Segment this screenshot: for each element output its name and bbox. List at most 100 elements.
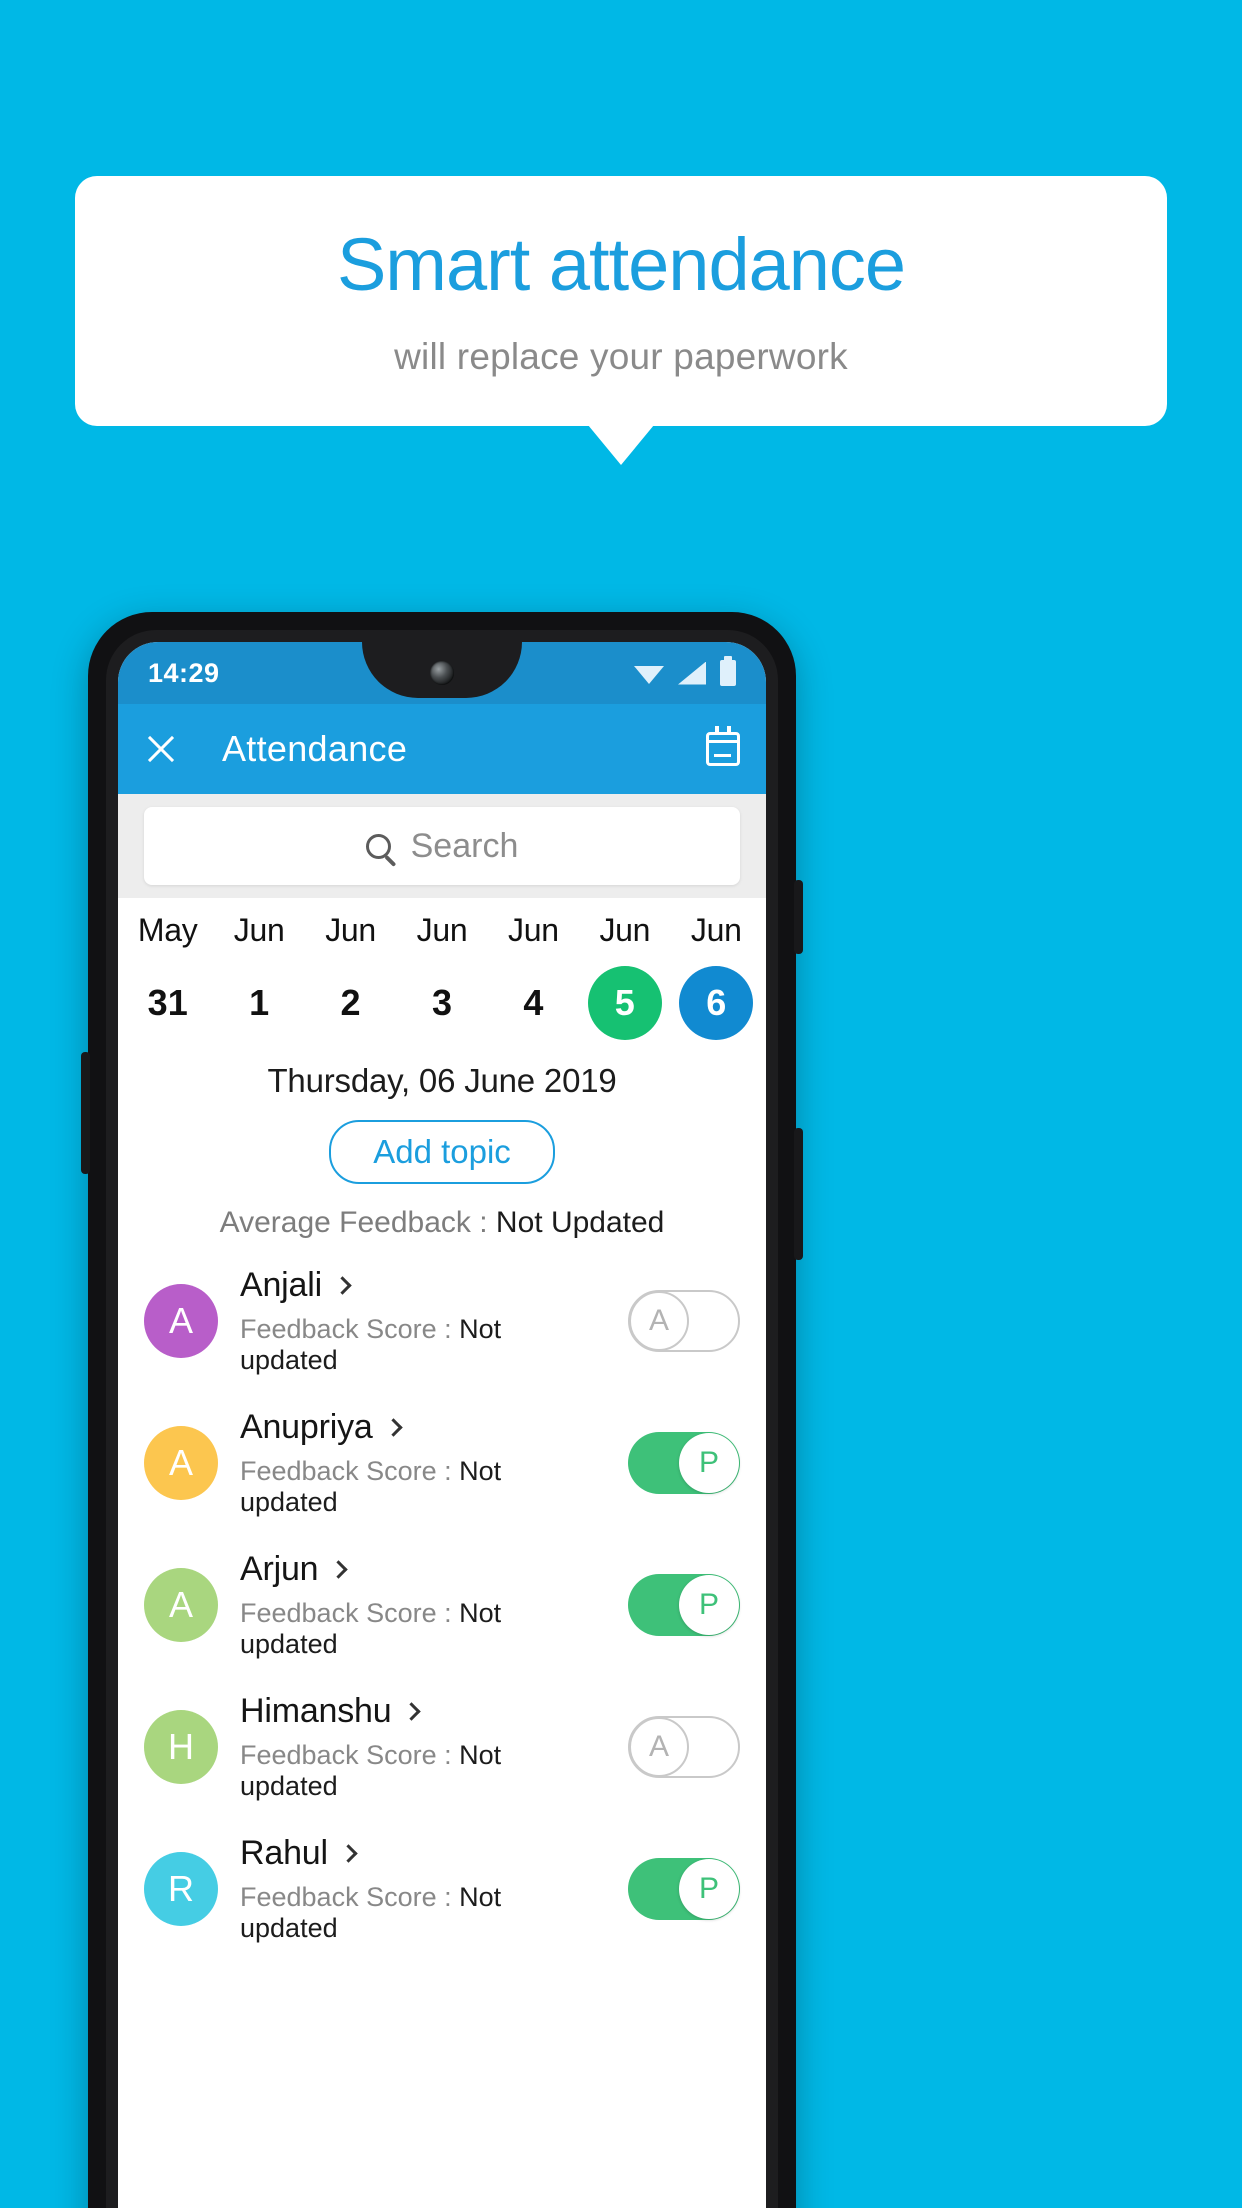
student-info: Rahul Feedback Score : Not updated [240,1834,606,1944]
attendance-toggle-knob: P [679,1859,739,1919]
feedback-score: Feedback Score : Not updated [240,1314,606,1376]
attendance-toggle-knob: A [629,1291,689,1351]
student-info: Himanshu Feedback Score : Not updated [240,1692,606,1802]
phone-power-button [794,880,803,954]
date-cell[interactable]: Jun 2 [305,912,396,1040]
avatar: A [144,1568,218,1642]
student-name: Arjun [240,1550,319,1588]
date-cell[interactable]: Jun 4 [488,912,579,1040]
date-month-label: Jun [599,912,651,948]
avatar: A [144,1426,218,1500]
status-bar: 14:29 [118,642,766,704]
date-month-label: Jun [233,912,285,948]
add-topic-button[interactable]: Add topic [329,1120,555,1184]
calendar-nub-left [715,726,719,734]
date-cell[interactable]: Jun 6 [671,912,762,1040]
chevron-right-icon[interactable] [383,1418,403,1437]
student-name: Anupriya [240,1408,373,1446]
student-name-row[interactable]: Anjali [240,1266,606,1305]
feedback-score-label: Feedback Score : [240,1598,460,1628]
date-day-number[interactable]: 3 [405,966,479,1040]
promo-title: Smart attendance [336,223,906,307]
attendance-toggle-knob: P [679,1433,739,1493]
date-day-number[interactable]: 5 [587,966,662,1040]
chevron-right-icon[interactable] [329,1560,349,1579]
date-month-label: Jun [508,912,559,948]
feedback-score-label: Feedback Score : [240,1882,460,1912]
status-bar-time: 14:29 [148,657,220,688]
student-info: Anupriya Feedback Score : Not updated [240,1408,606,1518]
phone-device-frame: 14:29 Attendance Search May 31 Jun 1 Jun… [81,612,803,2208]
feedback-score: Feedback Score : Not updated [240,1882,606,1944]
feedback-score-label: Feedback Score : [240,1314,460,1344]
page-title: Attendance [222,728,408,769]
student-row[interactable]: A Arjun Feedback Score : Not updated P [118,1534,766,1676]
promo-bubble-tail [588,425,654,465]
chevron-right-icon[interactable] [339,1844,358,1863]
student-name: Himanshu [240,1692,392,1730]
date-strip[interactable]: May 31 Jun 1 Jun 2 Jun 3 Jun 4 Jun 5 Jun 6 [118,898,766,1046]
attendance-toggle[interactable]: A [628,1716,740,1778]
student-name-row[interactable]: Anupriya [240,1408,606,1447]
feedback-score: Feedback Score : Not updated [240,1598,606,1660]
chevron-right-icon[interactable] [402,1702,422,1721]
app-bar: Attendance [118,704,766,794]
search-placeholder: Search [410,826,519,865]
calendar-nub-right [727,726,731,734]
promo-banner: Smart attendance will replace your paper… [75,176,1167,465]
date-month-label: Jun [690,912,742,948]
feedback-score-label: Feedback Score : [240,1740,460,1770]
average-feedback-value: Not Updated [495,1206,665,1239]
student-info: Anjali Feedback Score : Not updated [240,1266,606,1376]
phone-volume-button [794,1128,803,1260]
student-name: Anjali [240,1266,322,1304]
attendance-toggle-knob: P [679,1575,739,1635]
avatar: A [144,1284,218,1358]
average-feedback-label: Average Feedback : [219,1206,496,1239]
signal-icon [678,661,706,685]
date-day-number[interactable]: 6 [679,966,754,1040]
average-feedback: Average Feedback : Not Updated [118,1206,766,1240]
student-name-row[interactable]: Arjun [240,1550,606,1589]
student-row[interactable]: R Rahul Feedback Score : Not updated P [118,1818,766,1960]
camera-notch [362,642,522,698]
student-info: Arjun Feedback Score : Not updated [240,1550,606,1660]
calendar-icon[interactable] [706,726,740,766]
date-day-number[interactable]: 1 [222,966,296,1040]
phone-screen: 14:29 Attendance Search May 31 Jun 1 Jun… [118,642,766,2208]
student-name-row[interactable]: Himanshu [240,1692,606,1731]
date-cell[interactable]: May 31 [122,912,213,1040]
date-day-number[interactable]: 2 [314,966,388,1040]
phone-bezel: 14:29 Attendance Search May 31 Jun 1 Jun… [106,630,778,2208]
attendance-toggle-knob: A [629,1717,689,1777]
chevron-right-icon[interactable] [333,1276,352,1295]
date-month-label: Jun [325,912,376,948]
close-icon[interactable] [144,732,178,766]
date-day-number[interactable]: 31 [131,966,205,1040]
phone-left-button [81,1052,90,1174]
date-cell[interactable]: Jun 5 [579,912,670,1040]
attendance-toggle[interactable]: P [628,1432,740,1494]
attendance-toggle[interactable]: P [628,1858,740,1920]
attendance-toggle[interactable]: P [628,1574,740,1636]
student-name: Rahul [240,1834,328,1872]
search-area: Search [118,794,766,898]
search-input[interactable]: Search [144,807,740,885]
avatar: R [144,1852,218,1926]
student-name-row[interactable]: Rahul [240,1834,606,1873]
promo-subtitle: will replace your paperwork [394,335,848,377]
selected-date-label: Thursday, 06 June 2019 [267,1062,617,1099]
feedback-score: Feedback Score : Not updated [240,1456,606,1518]
add-topic-container: Add topic [118,1120,766,1184]
date-cell[interactable]: Jun 1 [213,912,304,1040]
student-row[interactable]: A Anjali Feedback Score : Not updated A [118,1250,766,1392]
avatar: H [144,1710,218,1784]
date-day-number[interactable]: 4 [496,966,570,1040]
attendance-toggle[interactable]: A [628,1290,740,1352]
feedback-score-label: Feedback Score : [240,1456,460,1486]
student-row[interactable]: A Anupriya Feedback Score : Not updated P [118,1392,766,1534]
date-month-label: Jun [416,912,468,948]
date-cell[interactable]: Jun 3 [396,912,487,1040]
student-row[interactable]: H Himanshu Feedback Score : Not updated A [118,1676,766,1818]
battery-icon [720,656,736,686]
